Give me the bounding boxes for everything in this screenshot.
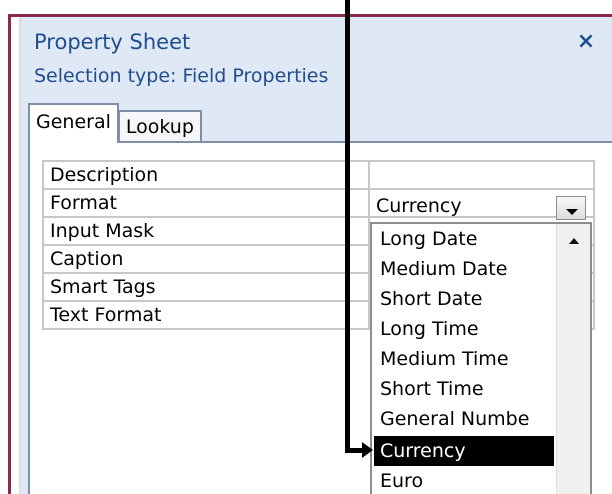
dropdown-option[interactable]: Medium Time <box>374 344 554 374</box>
property-name: Input Mask <box>42 216 370 246</box>
tab-lookup[interactable]: Lookup <box>117 110 202 143</box>
dropdown-option[interactable]: Short Date <box>374 284 554 314</box>
annotation-arrow-elbow <box>345 448 363 453</box>
property-row-format[interactable]: Format <box>42 188 595 218</box>
property-name: Text Format <box>42 300 370 330</box>
dropdown-option-selected[interactable]: Currency <box>374 436 554 466</box>
chevron-down-icon[interactable] <box>556 196 586 220</box>
annotation-arrow-shaft <box>345 0 350 453</box>
property-name: Description <box>42 160 370 190</box>
selection-type-label: Selection type: Field Properties <box>34 65 329 87</box>
window-border-left <box>8 14 11 494</box>
property-name: Caption <box>42 244 370 274</box>
property-row-description[interactable]: Description <box>42 160 595 190</box>
close-icon[interactable]: × <box>574 30 598 54</box>
dropdown-option[interactable]: Euro <box>374 466 554 494</box>
annotation-arrow-head-icon <box>362 442 373 458</box>
tab-general[interactable]: General <box>28 103 119 143</box>
dropdown-option[interactable]: Long Time <box>374 314 554 344</box>
screenshot-frame: Property Sheet × Selection type: Field P… <box>0 0 612 494</box>
dropdown-option[interactable]: Short Time <box>374 374 554 404</box>
property-name: Smart Tags <box>42 272 370 302</box>
dropdown-scrollbar[interactable] <box>556 224 590 494</box>
dropdown-option[interactable]: General Numbe <box>374 404 554 434</box>
property-value[interactable] <box>368 160 595 190</box>
format-dropdown-list[interactable]: Long Date Medium Date Short Date Long Ti… <box>370 222 592 494</box>
scroll-up-icon[interactable] <box>569 238 579 244</box>
dropdown-option[interactable]: Medium Date <box>374 254 554 284</box>
property-sheet-title: Property Sheet <box>34 30 191 54</box>
tab-strip: General Lookup <box>28 101 202 143</box>
dropdown-option[interactable]: Long Date <box>374 224 554 254</box>
property-name: Format <box>42 188 370 218</box>
format-combo-value[interactable]: Currency <box>376 195 462 217</box>
